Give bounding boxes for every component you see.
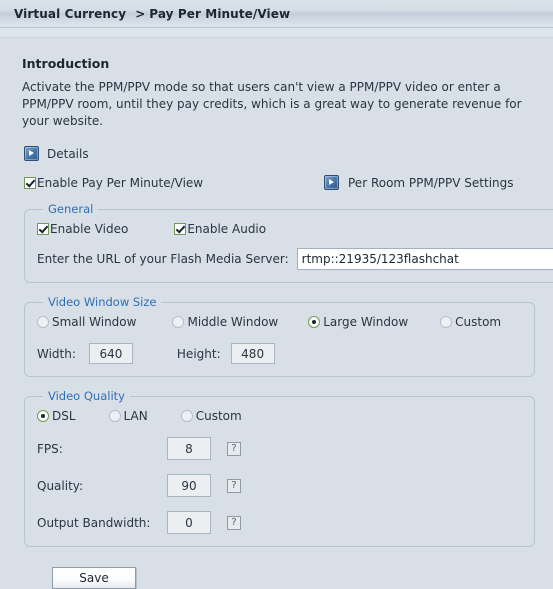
fps-label: FPS: xyxy=(37,441,63,456)
enable-audio-checkbox[interactable] xyxy=(174,223,187,235)
fps-help-icon[interactable]: ? xyxy=(227,441,241,456)
breadcrumb-current: Pay Per Minute/View xyxy=(149,6,291,21)
enable-audio-label: Enable Audio xyxy=(187,222,267,236)
breadcrumb-root[interactable]: Virtual Currency xyxy=(14,7,126,21)
radio-lan[interactable] xyxy=(108,410,121,422)
radio-large-window[interactable] xyxy=(308,316,321,328)
general-legend: General xyxy=(48,202,94,216)
enable-video-checkbox[interactable] xyxy=(37,223,49,235)
fms-url-label: Enter the URL of your Flash Media Server… xyxy=(37,252,289,266)
width-input[interactable] xyxy=(88,343,133,364)
enable-row: Enable Pay Per Minute/View Per Room PPM/… xyxy=(24,175,535,190)
general-section: General Enable Video Enable Audio Enter … xyxy=(24,202,553,283)
radio-dsl[interactable] xyxy=(37,410,49,422)
label-middle-window: Middle Window xyxy=(187,315,279,329)
play-expand-icon xyxy=(324,175,339,190)
output-bandwidth-help-icon[interactable]: ? xyxy=(227,515,241,530)
label-custom-quality: Custom xyxy=(195,409,242,423)
enable-ppm-checkbox[interactable] xyxy=(24,176,36,189)
quality-label: Quality: xyxy=(37,478,84,493)
video-quality-legend: Video Quality xyxy=(48,389,125,403)
output-bandwidth-label: Output Bandwidth: xyxy=(37,515,151,530)
details-label: Details xyxy=(47,146,89,161)
radio-custom-quality[interactable] xyxy=(180,410,193,422)
radio-middle-window[interactable] xyxy=(172,316,185,328)
label-small-window: Small Window xyxy=(52,315,137,329)
page-content: Introduction Activate the PPM/PPV mode s… xyxy=(0,38,553,589)
fps-row: FPS: ? xyxy=(37,437,522,460)
fms-url-input[interactable] xyxy=(296,248,553,270)
play-expand-icon xyxy=(24,146,39,161)
height-input[interactable] xyxy=(230,343,275,364)
fms-url-row: Enter the URL of your Flash Media Server… xyxy=(37,248,553,270)
height-label: Height: xyxy=(176,346,221,361)
label-large-window: Large Window xyxy=(323,315,409,329)
label-lan: LAN xyxy=(123,409,148,423)
titlebar-underline xyxy=(0,28,553,38)
window-dimensions-row: Width: Height: xyxy=(37,343,522,364)
width-label: Width: xyxy=(37,346,76,361)
enable-ppm-checkbox-group[interactable]: Enable Pay Per Minute/View xyxy=(24,176,324,190)
label-custom-window: Custom xyxy=(455,315,502,329)
label-dsl: DSL xyxy=(52,409,76,423)
enable-video-label: Enable Video xyxy=(50,222,129,236)
enable-ppm-label: Enable Pay Per Minute/View xyxy=(37,175,204,190)
quality-help-icon[interactable]: ? xyxy=(227,478,241,493)
window-size-radio-row: Small Window Middle Window Large Window … xyxy=(37,315,522,329)
per-room-settings-label: Per Room PPM/PPV Settings xyxy=(348,175,514,190)
video-quality-section: Video Quality DSL LAN Custom FPS: ? Qual… xyxy=(24,389,535,547)
quality-row: Quality: ? xyxy=(37,474,522,497)
radio-small-window[interactable] xyxy=(37,316,49,328)
breadcrumb-separator: > xyxy=(135,6,146,21)
introduction-heading: Introduction xyxy=(22,56,110,71)
details-toggle[interactable]: Details xyxy=(24,146,535,161)
video-window-size-section: Video Window Size Small Window Middle Wi… xyxy=(24,295,535,377)
per-room-settings-link[interactable]: Per Room PPM/PPV Settings xyxy=(324,175,514,190)
video-window-size-legend: Video Window Size xyxy=(48,295,157,309)
quality-input[interactable] xyxy=(167,474,211,497)
introduction-text: Activate the PPM/PPV mode so that users … xyxy=(22,80,522,128)
fps-input[interactable] xyxy=(167,437,211,460)
save-button[interactable]: Save xyxy=(52,567,136,589)
radio-custom-window[interactable] xyxy=(440,316,453,328)
quality-preset-radio-row: DSL LAN Custom xyxy=(37,409,522,423)
general-checkbox-row: Enable Video Enable Audio xyxy=(37,222,553,236)
breadcrumb-bar: Virtual Currency > Pay Per Minute/View xyxy=(0,0,553,28)
